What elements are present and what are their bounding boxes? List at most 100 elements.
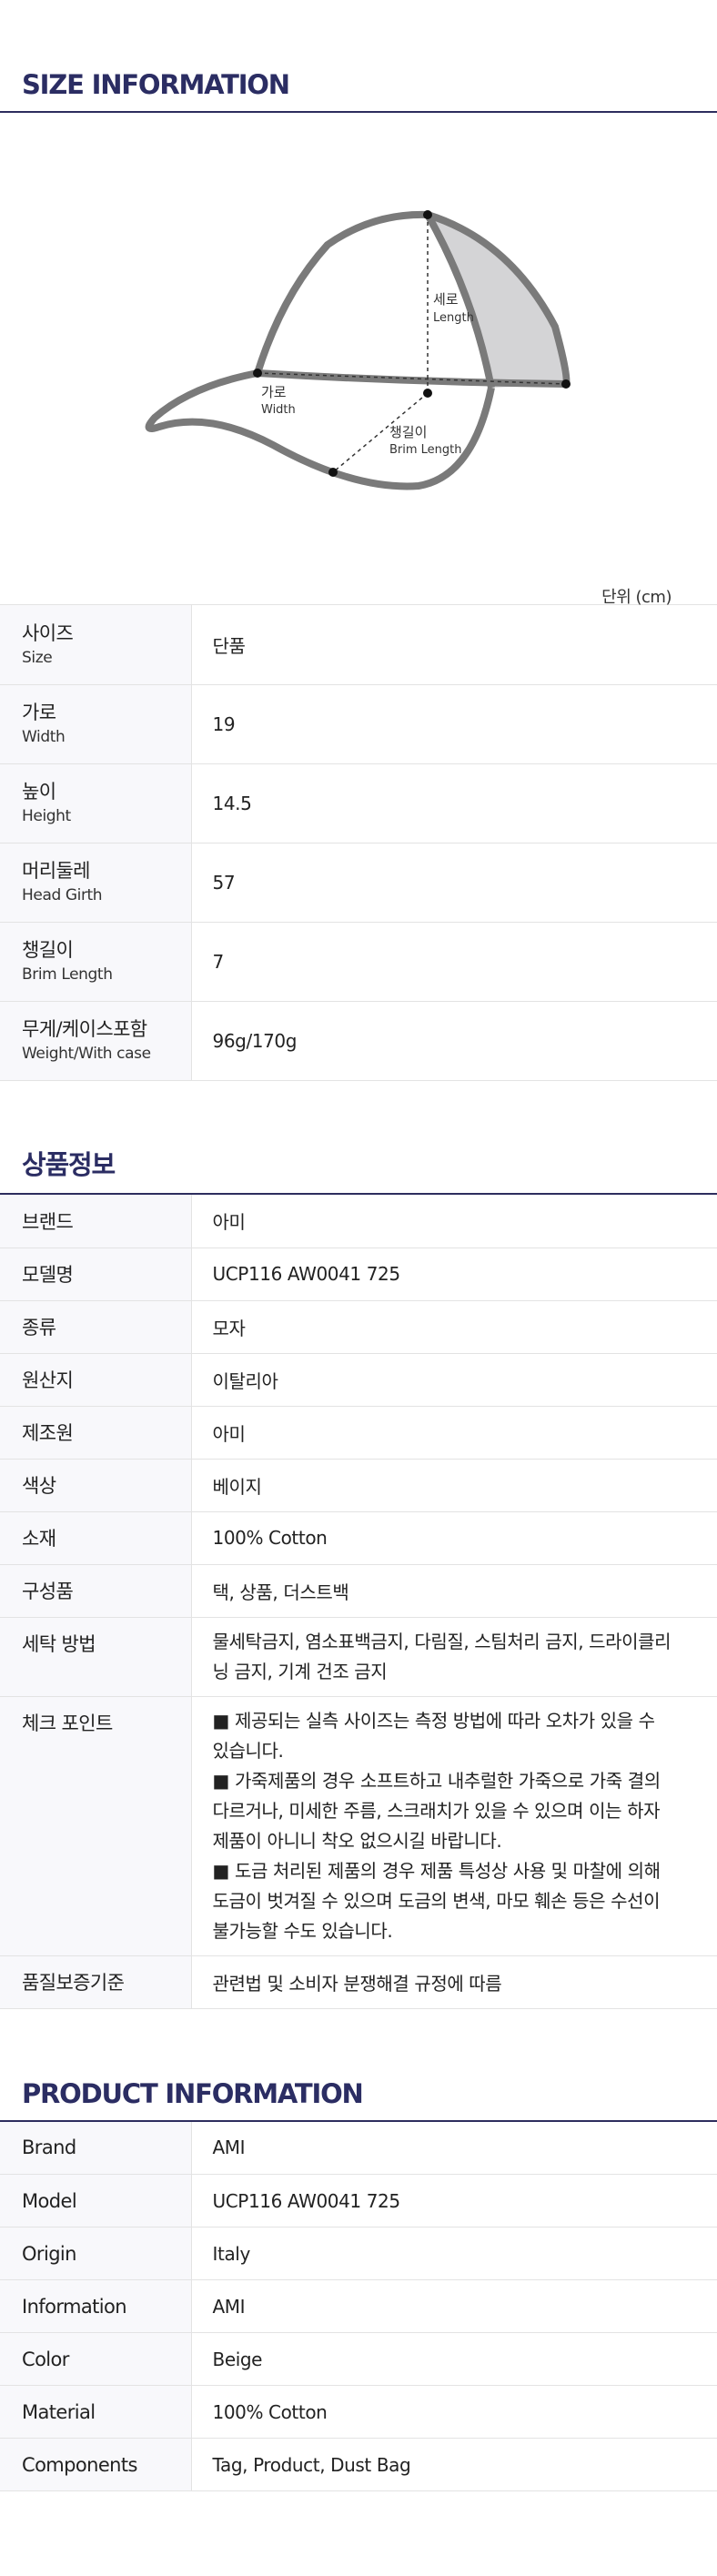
table-row: Material 100% Cotton [0, 2385, 717, 2439]
info-label: 세탁 방법 [0, 1617, 192, 1697]
info-value: UCP116 AW0041 725 [191, 1248, 717, 1301]
table-row: 모델명 UCP116 AW0041 725 [0, 1248, 717, 1301]
size-label-ko: 머리둘레 [22, 860, 90, 882]
table-row: 사이즈 Size 단품 [0, 604, 717, 685]
info-label: 종류 [0, 1300, 192, 1354]
size-information-title: SIZE INFORMATION [22, 69, 290, 100]
unit-label: 단위 (cm) [601, 588, 672, 607]
info-label: Model [0, 2174, 192, 2227]
info-value: 100% Cotton [191, 1511, 717, 1565]
table-row: Model UCP116 AW0041 725 [0, 2174, 717, 2227]
info-value: 아미 [191, 1195, 717, 1248]
cap-brim-outline [145, 369, 495, 490]
size-label-ko: 가로 [22, 702, 56, 723]
info-value: 모자 [191, 1300, 717, 1354]
info-value: AMI [191, 2279, 717, 2333]
size-value: 96g/170g [191, 1001, 717, 1081]
cap-illustration: 세로 Length 가로 Width 챙길이 Brim Length [145, 210, 571, 490]
product-info-en-title: PRODUCT INFORMATION [22, 2077, 364, 2109]
info-value: 택, 상품, 더스트백 [191, 1564, 717, 1618]
width-label-en: Width [261, 403, 296, 417]
size-label-en: Weight/With case [22, 1045, 151, 1063]
width-label-ko: 가로 [261, 384, 287, 400]
table-row: 종류 모자 [0, 1300, 717, 1354]
size-label-cell: 가로 Width [0, 684, 192, 764]
info-label: 품질보증기준 [0, 1955, 192, 2009]
check-point-line: ■ 도금 처리된 제품의 경우 제품 특성상 사용 및 마찰에 의해 [212, 1859, 661, 1882]
product-info-ko-header: 상품정보 [0, 1081, 717, 1195]
height-label-en: Length [433, 311, 474, 325]
info-value: 이탈리아 [191, 1353, 717, 1407]
info-label: 모델명 [0, 1248, 192, 1301]
table-row: Color Beige [0, 2332, 717, 2386]
info-value-multiline: 물세탁금지, 염소표백금지, 다림질, 스팀처리 금지, 드라이클리 닝 금지,… [191, 1617, 717, 1697]
table-row: 색상 베이지 [0, 1459, 717, 1512]
size-value: 19 [191, 684, 717, 764]
measure-point-top [423, 210, 432, 219]
table-row: 체크 포인트 ■ 제공되는 실측 사이즈는 측정 방법에 따라 오차가 있을 수… [0, 1696, 717, 1956]
product-info-ko-title: 상품정보 [22, 1149, 116, 1180]
size-label-cell: 높이 Height [0, 763, 192, 844]
size-label-en: Head Girth [22, 886, 103, 904]
check-point-line: 제품이 아니니 착오 없으시길 바랍니다. [212, 1829, 502, 1852]
product-info-ko-table: 브랜드 아미 모델명 UCP116 AW0041 725 종류 모자 원산지 이… [0, 1195, 717, 2009]
info-label: 소재 [0, 1511, 192, 1565]
size-label-en: Size [22, 648, 53, 667]
size-label-cell: 머리둘레 Head Girth [0, 843, 192, 923]
check-point-line: 있습니다. [212, 1739, 284, 1762]
measure-point-center [423, 389, 432, 398]
check-point-line: ■ 제공되는 실측 사이즈는 측정 방법에 따라 오차가 있을 수 [212, 1709, 656, 1732]
size-label-ko: 사이즈 [22, 621, 74, 644]
size-label-cell: 무게/케이스포함 Weight/With case [0, 1001, 192, 1081]
table-row: 머리둘레 Head Girth 57 [0, 843, 717, 923]
product-info-en-table: Brand AMI Model UCP116 AW0041 725 Origin… [0, 2121, 717, 2491]
brim-label-ko: 챙길이 [389, 424, 427, 440]
table-row: 무게/케이스포함 Weight/With case 96g/170g [0, 1001, 717, 1081]
size-label-cell: 챙길이 Brim Length [0, 922, 192, 1002]
check-point-line: ■ 가죽제품의 경우 소프트하고 내추럴한 가죽으로 가죽 결의 [212, 1769, 661, 1792]
size-label-ko: 무게/케이스포함 [22, 1018, 147, 1040]
check-point-line: 다르거나, 미세한 주름, 스크래치가 있을 수 있으며 이는 하자 [212, 1799, 661, 1822]
washing-line: 물세탁금지, 염소표백금지, 다림질, 스팀처리 금지, 드라이클리 [212, 1630, 672, 1652]
size-value: 14.5 [191, 763, 717, 844]
measure-point-right [561, 379, 571, 389]
product-detail-page: SIZE INFORMATION 세로 Length 가로 Width 챙길이 … [0, 0, 717, 2576]
info-label: Material [0, 2385, 192, 2439]
size-value: 57 [191, 843, 717, 923]
table-row: Origin Italy [0, 2227, 717, 2280]
measure-point-left [253, 369, 262, 378]
size-table: 사이즈 Size 단품 가로 Width 19 높이 Height 14.5 머… [0, 604, 717, 1081]
size-value: 단품 [191, 604, 717, 685]
table-row: 높이 Height 14.5 [0, 763, 717, 844]
info-value: Beige [191, 2332, 717, 2386]
check-point-line: 불가능할 수도 있습니다. [212, 1919, 393, 1942]
size-label-en: Width [22, 728, 66, 746]
table-row: 챙길이 Brim Length 7 [0, 922, 717, 1002]
info-label: 구성품 [0, 1564, 192, 1618]
table-row: Information AMI [0, 2279, 717, 2333]
info-label: 체크 포인트 [0, 1696, 192, 1956]
table-row: Brand AMI [0, 2121, 717, 2175]
cap-measurement-diagram: 세로 Length 가로 Width 챙길이 Brim Length 단위 (c… [0, 113, 717, 607]
table-row: 소재 100% Cotton [0, 1511, 717, 1565]
info-value: 아미 [191, 1406, 717, 1460]
table-row: 제조원 아미 [0, 1406, 717, 1460]
info-label: Information [0, 2279, 192, 2333]
measure-point-brim [328, 468, 338, 477]
size-label-ko: 챙길이 [22, 939, 74, 961]
info-value: UCP116 AW0041 725 [191, 2174, 717, 2227]
size-label-ko: 높이 [22, 781, 56, 803]
info-value: AMI [191, 2121, 717, 2175]
product-info-en-header: PRODUCT INFORMATION [0, 2009, 717, 2122]
info-label: 원산지 [0, 1353, 192, 1407]
size-label-cell: 사이즈 Size [0, 604, 192, 685]
table-row: 브랜드 아미 [0, 1195, 717, 1248]
washing-line: 닝 금지, 기계 건조 금지 [212, 1660, 388, 1682]
size-label-en: Brim Length [22, 965, 113, 984]
info-label: Components [0, 2438, 192, 2491]
check-point-line: 도금이 벗겨질 수 있으며 도금의 변색, 마모 훼손 등은 수선이 [212, 1889, 661, 1912]
table-row: 원산지 이탈리아 [0, 1353, 717, 1407]
table-row: 가로 Width 19 [0, 684, 717, 764]
info-label: 색상 [0, 1459, 192, 1512]
table-row: 세탁 방법 물세탁금지, 염소표백금지, 다림질, 스팀처리 금지, 드라이클리… [0, 1617, 717, 1697]
